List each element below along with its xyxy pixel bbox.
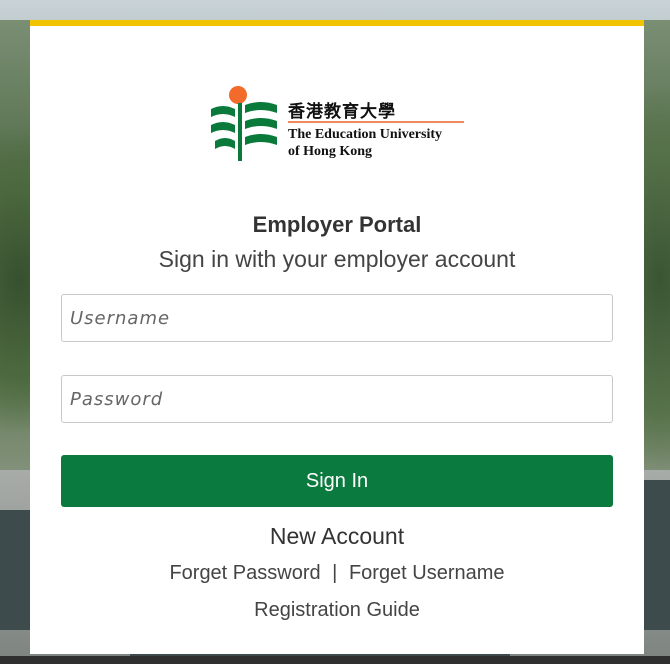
password-input[interactable] — [62, 376, 612, 422]
forget-password-link[interactable]: Forget Password — [169, 562, 320, 584]
logo-english-name-line2: of Hong Kong — [288, 144, 373, 159]
password-field[interactable] — [61, 375, 613, 423]
sign-in-button[interactable]: Sign In — [61, 455, 613, 507]
portal-title: Employer Portal — [252, 212, 422, 237]
link-separator: | — [332, 562, 338, 584]
university-emblem-icon — [211, 86, 277, 161]
background-ground — [0, 656, 670, 664]
logo-chinese-name: 香港教育大學 — [288, 102, 396, 122]
forget-links-row: Forget Password | Forget Username — [30, 562, 644, 585]
portal-subtitle: Sign in with your employer account — [158, 246, 516, 272]
logo-divider — [288, 121, 464, 123]
registration-guide-link[interactable]: Registration Guide — [30, 599, 644, 622]
new-account-link[interactable]: New Account — [30, 523, 644, 550]
logo-english-name-line1: The Education University — [288, 127, 443, 142]
username-field[interactable] — [61, 294, 613, 342]
university-logo: 香港教育大學 The Education University of Hong … — [209, 83, 471, 163]
username-input[interactable] — [62, 295, 612, 341]
forget-username-link[interactable]: Forget Username — [349, 562, 505, 584]
login-card: 香港教育大學 The Education University of Hong … — [30, 20, 644, 654]
